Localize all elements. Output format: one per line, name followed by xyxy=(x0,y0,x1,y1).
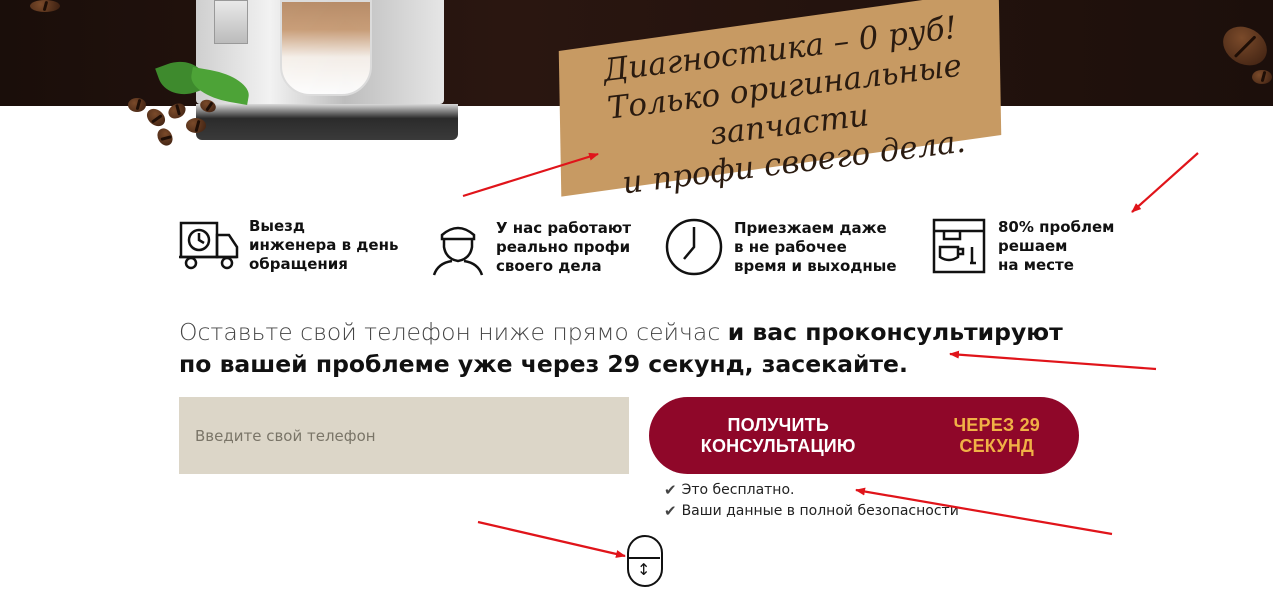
coffee-bean-decoration xyxy=(154,125,176,149)
cta-main-label: ПОЛУЧИТЬ КОНСУЛЬТАЦИЮ xyxy=(700,414,856,456)
note-item: ✔ Это бесплатно. xyxy=(664,480,959,501)
checkmark-icon: ✔ xyxy=(664,481,677,499)
get-consultation-button[interactable]: ПОЛУЧИТЬ КОНСУЛЬТАЦИЮ ЧЕРЕЗ 29 СЕКУНД xyxy=(649,397,1079,474)
feature-item: Приезжаем даже в не рабочее время и выхо… xyxy=(664,217,897,277)
feature-item: Выезд инженера в день обращения xyxy=(177,217,398,274)
checkmark-icon: ✔ xyxy=(664,502,677,520)
note-text: Это бесплатно. xyxy=(681,482,795,498)
clock-icon xyxy=(665,218,723,276)
delivery-truck-clock-icon xyxy=(179,221,239,269)
scroll-down-mouse-icon[interactable]: ↕ xyxy=(627,535,663,587)
cta-accent-label: ЧЕРЕЗ 29 СЕКУНД xyxy=(953,414,1041,456)
engineer-avatar-icon xyxy=(432,226,484,276)
note-text: Ваши данные в полной безопасности xyxy=(681,503,959,519)
annotation-arrow xyxy=(477,520,626,558)
note-item: ✔ Ваши данные в полной безопасности xyxy=(664,501,959,522)
coffee-bean-decoration xyxy=(30,0,60,12)
feature-label: 80% проблем решаем на месте xyxy=(998,217,1115,274)
coffee-bean-decoration xyxy=(1252,70,1272,84)
coffee-machine-image xyxy=(196,0,458,140)
phone-input[interactable] xyxy=(179,397,629,474)
feature-label: Выезд инженера в день обращения xyxy=(249,217,399,273)
promo-plaque: Диагностика – 0 руб! Только оригинальные… xyxy=(558,0,1002,201)
headline-light: Оставьте свой телефон ниже прямо сейчас xyxy=(179,318,728,346)
feature-label: У нас работают реально профи своего дела xyxy=(496,218,632,275)
coffee-bean-decoration xyxy=(1216,18,1273,74)
coffee-bean-decoration xyxy=(186,118,206,133)
form-notes: ✔ Это бесплатно. ✔ Ваши данные в полной … xyxy=(664,480,959,522)
coffee-machine-icon xyxy=(932,218,986,274)
call-to-action-headline: Оставьте свой телефон ниже прямо сейчас … xyxy=(179,316,1079,380)
scroll-arrows-icon: ↕ xyxy=(637,560,651,579)
feature-label: Приезжаем даже в не рабочее время и выхо… xyxy=(734,218,897,275)
annotation-arrow xyxy=(1131,152,1199,213)
feature-item: 80% проблем решаем на месте xyxy=(930,217,1114,275)
feature-item: У нас работают реально профи своего дела xyxy=(430,217,631,277)
coffee-bean-decoration xyxy=(143,105,169,130)
coffee-bean-decoration xyxy=(128,98,146,112)
